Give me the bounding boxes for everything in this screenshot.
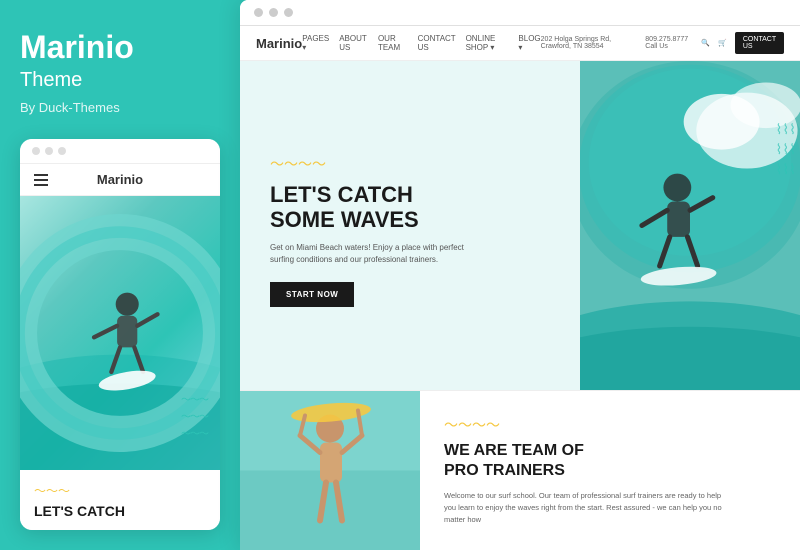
nav-phone: 809.275.8777 Call Us	[645, 36, 693, 50]
nav-contact-button[interactable]: CONTACT US	[735, 32, 784, 54]
hero-right-image: ⌇⌇⌇ ⌇⌇⌇ ⌇⌇⌇	[580, 61, 800, 390]
mobile-hero-image: 〜〜〜 〜〜〜 〜〜〜	[20, 196, 220, 470]
section2-title-line1: WE ARE TEAM OF	[444, 442, 584, 459]
browser-dot-3	[58, 147, 66, 155]
desktop-dot-3	[284, 8, 293, 17]
teal-wave-decoration: ⌇⌇⌇ ⌇⌇⌇ ⌇⌇⌇	[775, 121, 800, 178]
hero-left: 〜〜〜〜 LET'S CATCH SOME WAVES Get on Miami…	[240, 61, 580, 390]
hero-image-background: ⌇⌇⌇ ⌇⌇⌇ ⌇⌇⌇	[580, 61, 800, 390]
brand-author: By Duck-Themes	[20, 100, 220, 115]
mobile-yellow-wave: 〜〜〜	[34, 482, 206, 499]
right-panel: Marinio PAGES ▾ ABOUT US OUR TEAM CONTAC…	[240, 0, 800, 550]
hero-yellow-wave: 〜〜〜〜	[270, 154, 560, 174]
hamburger-icon	[34, 174, 48, 186]
section2-title-line2: PRO TRAINERS	[444, 462, 565, 479]
nav-link-blog[interactable]: BLOG ▾	[518, 34, 540, 52]
nav-search-icon[interactable]: 🔍	[701, 39, 710, 47]
nav-link-shop[interactable]: ONLINE SHOP ▾	[466, 34, 509, 52]
desktop-surfer-svg	[580, 61, 800, 390]
nav-link-contact[interactable]: CONTACT US	[418, 34, 456, 52]
section2-description: Welcome to our surf school. Our team of …	[444, 490, 724, 526]
desktop-content: Marinio PAGES ▾ ABOUT US OUR TEAM CONTAC…	[240, 26, 800, 550]
desktop-hero: 〜〜〜〜 LET'S CATCH SOME WAVES Get on Miami…	[240, 61, 800, 390]
brand-subtitle: Theme	[20, 69, 220, 92]
desktop-nav-right: 202 Holga Springs Rd, Crawford, TN 38554…	[541, 32, 784, 54]
hero-description: Get on Miami Beach waters! Enjoy a place…	[270, 242, 470, 266]
browser-dot-1	[32, 147, 40, 155]
section2-title: WE ARE TEAM OF PRO TRAINERS	[444, 441, 776, 479]
browser-dot-2	[45, 147, 53, 155]
brand-title: Marinio	[20, 30, 220, 65]
section2-left-image	[240, 391, 420, 550]
desktop-dot-1	[254, 8, 263, 17]
mobile-preview-card: Marinio	[20, 139, 220, 530]
mobile-nav: Marinio	[20, 164, 220, 196]
nav-cart-icon[interactable]: 🛒	[718, 39, 727, 47]
desktop-nav: Marinio PAGES ▾ ABOUT US OUR TEAM CONTAC…	[240, 26, 800, 61]
nav-link-pages[interactable]: PAGES ▾	[302, 34, 329, 52]
mobile-nav-logo: Marinio	[97, 172, 143, 187]
hero-title: LET'S CATCH SOME WAVES	[270, 182, 560, 233]
desktop-nav-logo: Marinio	[256, 36, 302, 51]
left-panel: Marinio Theme By Duck-Themes Marinio	[0, 0, 240, 550]
wave-deco-lines: 〜〜〜 〜〜〜 〜〜〜	[181, 391, 208, 440]
person-surfboard-svg	[240, 391, 420, 550]
desktop-browser-bar	[240, 0, 800, 26]
mobile-catch-text: LET'S CATCH	[34, 503, 206, 520]
hero-title-line2: SOME WAVES	[270, 207, 419, 232]
hero-cta-button[interactable]: START NOW	[270, 282, 354, 307]
desktop-dot-2	[269, 8, 278, 17]
section2-right-content: 〜〜〜〜 WE ARE TEAM OF PRO TRAINERS Welcome…	[420, 391, 800, 550]
section2-yellow-wave: 〜〜〜〜	[444, 415, 776, 435]
mobile-wave-decoration: 〜〜〜 〜〜〜 〜〜〜	[181, 391, 208, 440]
hero-title-line1: LET'S CATCH	[270, 182, 413, 207]
nav-address: 202 Holga Springs Rd, Crawford, TN 38554	[541, 36, 638, 50]
desktop-nav-links: PAGES ▾ ABOUT US OUR TEAM CONTACT US ONL…	[302, 34, 540, 52]
mobile-card-text: 〜〜〜 LET'S CATCH	[20, 470, 220, 530]
nav-link-team[interactable]: OUR TEAM	[378, 34, 408, 52]
nav-link-about[interactable]: ABOUT US	[339, 34, 368, 52]
mobile-browser-bar	[20, 139, 220, 164]
desktop-section2: 〜〜〜〜 WE ARE TEAM OF PRO TRAINERS Welcome…	[240, 390, 800, 550]
